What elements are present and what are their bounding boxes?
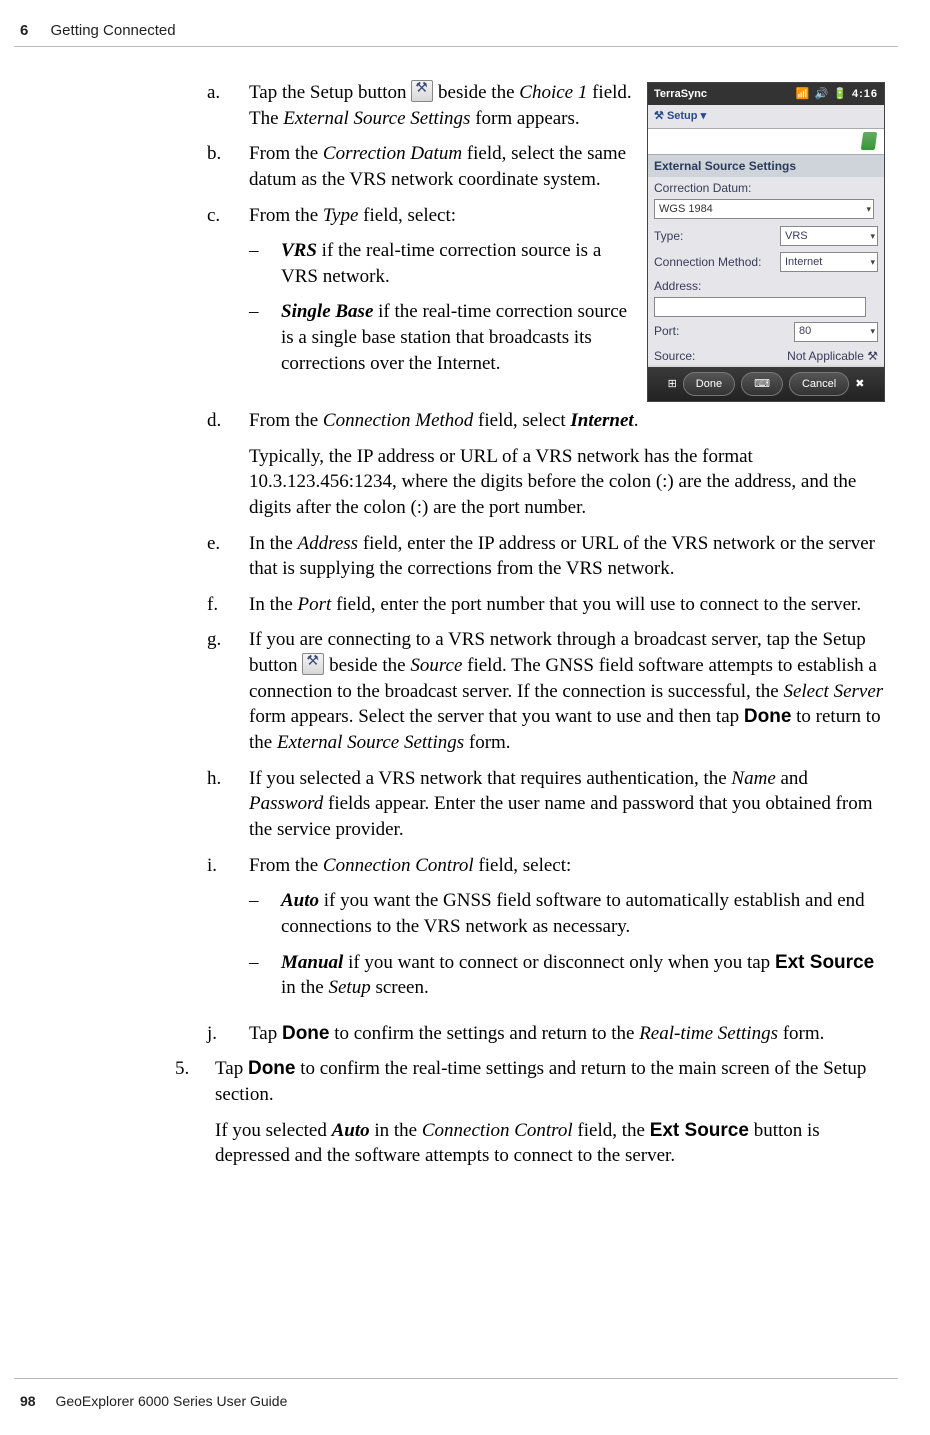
ss-conn-dropdown[interactable]: Internet (780, 252, 878, 272)
ss-keyboard-button[interactable]: ⌨ (741, 372, 783, 396)
step-i: i. From the Connection Control field, se… (207, 853, 885, 1011)
ss-row-conn: Connection Method: Internet (648, 249, 884, 275)
step-f: f. In the Port field, enter the port num… (207, 592, 885, 618)
step-a: a. Tap the Setup button beside the Choic… (207, 80, 637, 131)
ss-row-type: Type: VRS (648, 223, 884, 249)
ss-satellite-bar (648, 129, 884, 155)
setup-button-icon (302, 653, 324, 675)
ss-bottom-bar: ⊞ Done ⌨ Cancel ✖ (648, 367, 884, 401)
ss-done-button[interactable]: Done (683, 372, 735, 396)
satellite-icon (861, 132, 878, 150)
ss-source-value: Not Applicable ⚒ (787, 348, 878, 364)
ss-windows-icon[interactable]: ⊞ (668, 377, 677, 392)
setup-button-icon (411, 80, 433, 102)
ss-cancel-button[interactable]: Cancel (789, 372, 849, 396)
step-e: e. In the Address field, enter the IP ad… (207, 531, 885, 582)
chapter-title: Getting Connected (51, 22, 176, 39)
step-g: g. If you are connecting to a VRS networ… (207, 627, 885, 755)
ss-row-source: Source: Not Applicable ⚒ (648, 345, 884, 365)
embedded-screenshot: TerraSync 📶 🔊 🔋 4:16 ⚒ Setup ▾ External … (647, 82, 885, 402)
step-h: h. If you selected a VRS network that re… (207, 766, 885, 843)
ss-row-port: Port: 80 (648, 319, 884, 345)
ss-panel-title: External Source Settings (648, 155, 884, 177)
ss-titlebar: TerraSync 📶 🔊 🔋 4:16 (648, 83, 884, 105)
page-number: 98 (20, 1393, 36, 1409)
step-i-opt1: – Auto if you want the GNSS field softwa… (249, 888, 885, 939)
page-footer: 98 GeoExplorer 6000 Series User Guide (20, 1393, 287, 1409)
book-title: GeoExplorer 6000 Series User Guide (55, 1393, 287, 1409)
step-i-opt2: – Manual if you want to connect or disco… (249, 950, 885, 1001)
ss-app-title: TerraSync (654, 88, 707, 100)
step-c-options: – VRS if the real-time correction source… (249, 238, 637, 376)
ss-status-icons: 📶 🔊 🔋 4:16 (796, 87, 878, 102)
chapter-number: 6 (20, 22, 28, 39)
ss-source-setup-button[interactable]: ⚒ (867, 349, 878, 363)
ss-datum-dropdown[interactable]: WGS 1984 (654, 199, 874, 219)
ss-row-datum-label: Correction Datum: (648, 177, 884, 199)
step-d: d. From the Connection Method field, sel… (207, 408, 885, 521)
ss-row-addr-label: Address: (648, 275, 884, 294)
main-steps: 5. Tap Done to confirm the real-time set… (175, 1056, 885, 1169)
ss-clock: 4:16 (852, 88, 878, 100)
step-c: c. From the Type field, select: – VRS if… (207, 203, 637, 387)
ss-port-input[interactable]: 80 (794, 322, 878, 342)
step-b: b. From the Correction Datum field, sele… (207, 141, 637, 192)
step-c-opt2: – Single Base if the real-time correctio… (249, 299, 637, 376)
step-5: 5. Tap Done to confirm the real-time set… (175, 1056, 885, 1169)
ss-dropdown-icon[interactable]: ▾ (701, 110, 707, 122)
ss-section-button[interactable]: Setup (667, 110, 698, 122)
page-header: 6 Getting Connected (20, 22, 176, 39)
step-j: j. Tap Done to confirm the settings and … (207, 1021, 885, 1047)
header-rule (14, 46, 898, 47)
step-i-options: – Auto if you want the GNSS field softwa… (249, 888, 885, 1001)
ss-address-input[interactable] (654, 297, 866, 317)
ss-toolbar: ⚒ Setup ▾ (648, 105, 884, 129)
ss-setup-icon: ⚒ (654, 110, 664, 122)
ss-close-icon[interactable]: ✖ (855, 377, 864, 392)
ss-type-dropdown[interactable]: VRS (780, 226, 878, 246)
footer-rule (14, 1378, 898, 1379)
step-c-opt1: – VRS if the real-time correction source… (249, 238, 637, 289)
ss-body: External Source Settings Correction Datu… (648, 155, 884, 365)
page-content: TerraSync 📶 🔊 🔋 4:16 ⚒ Setup ▾ External … (175, 80, 885, 1179)
